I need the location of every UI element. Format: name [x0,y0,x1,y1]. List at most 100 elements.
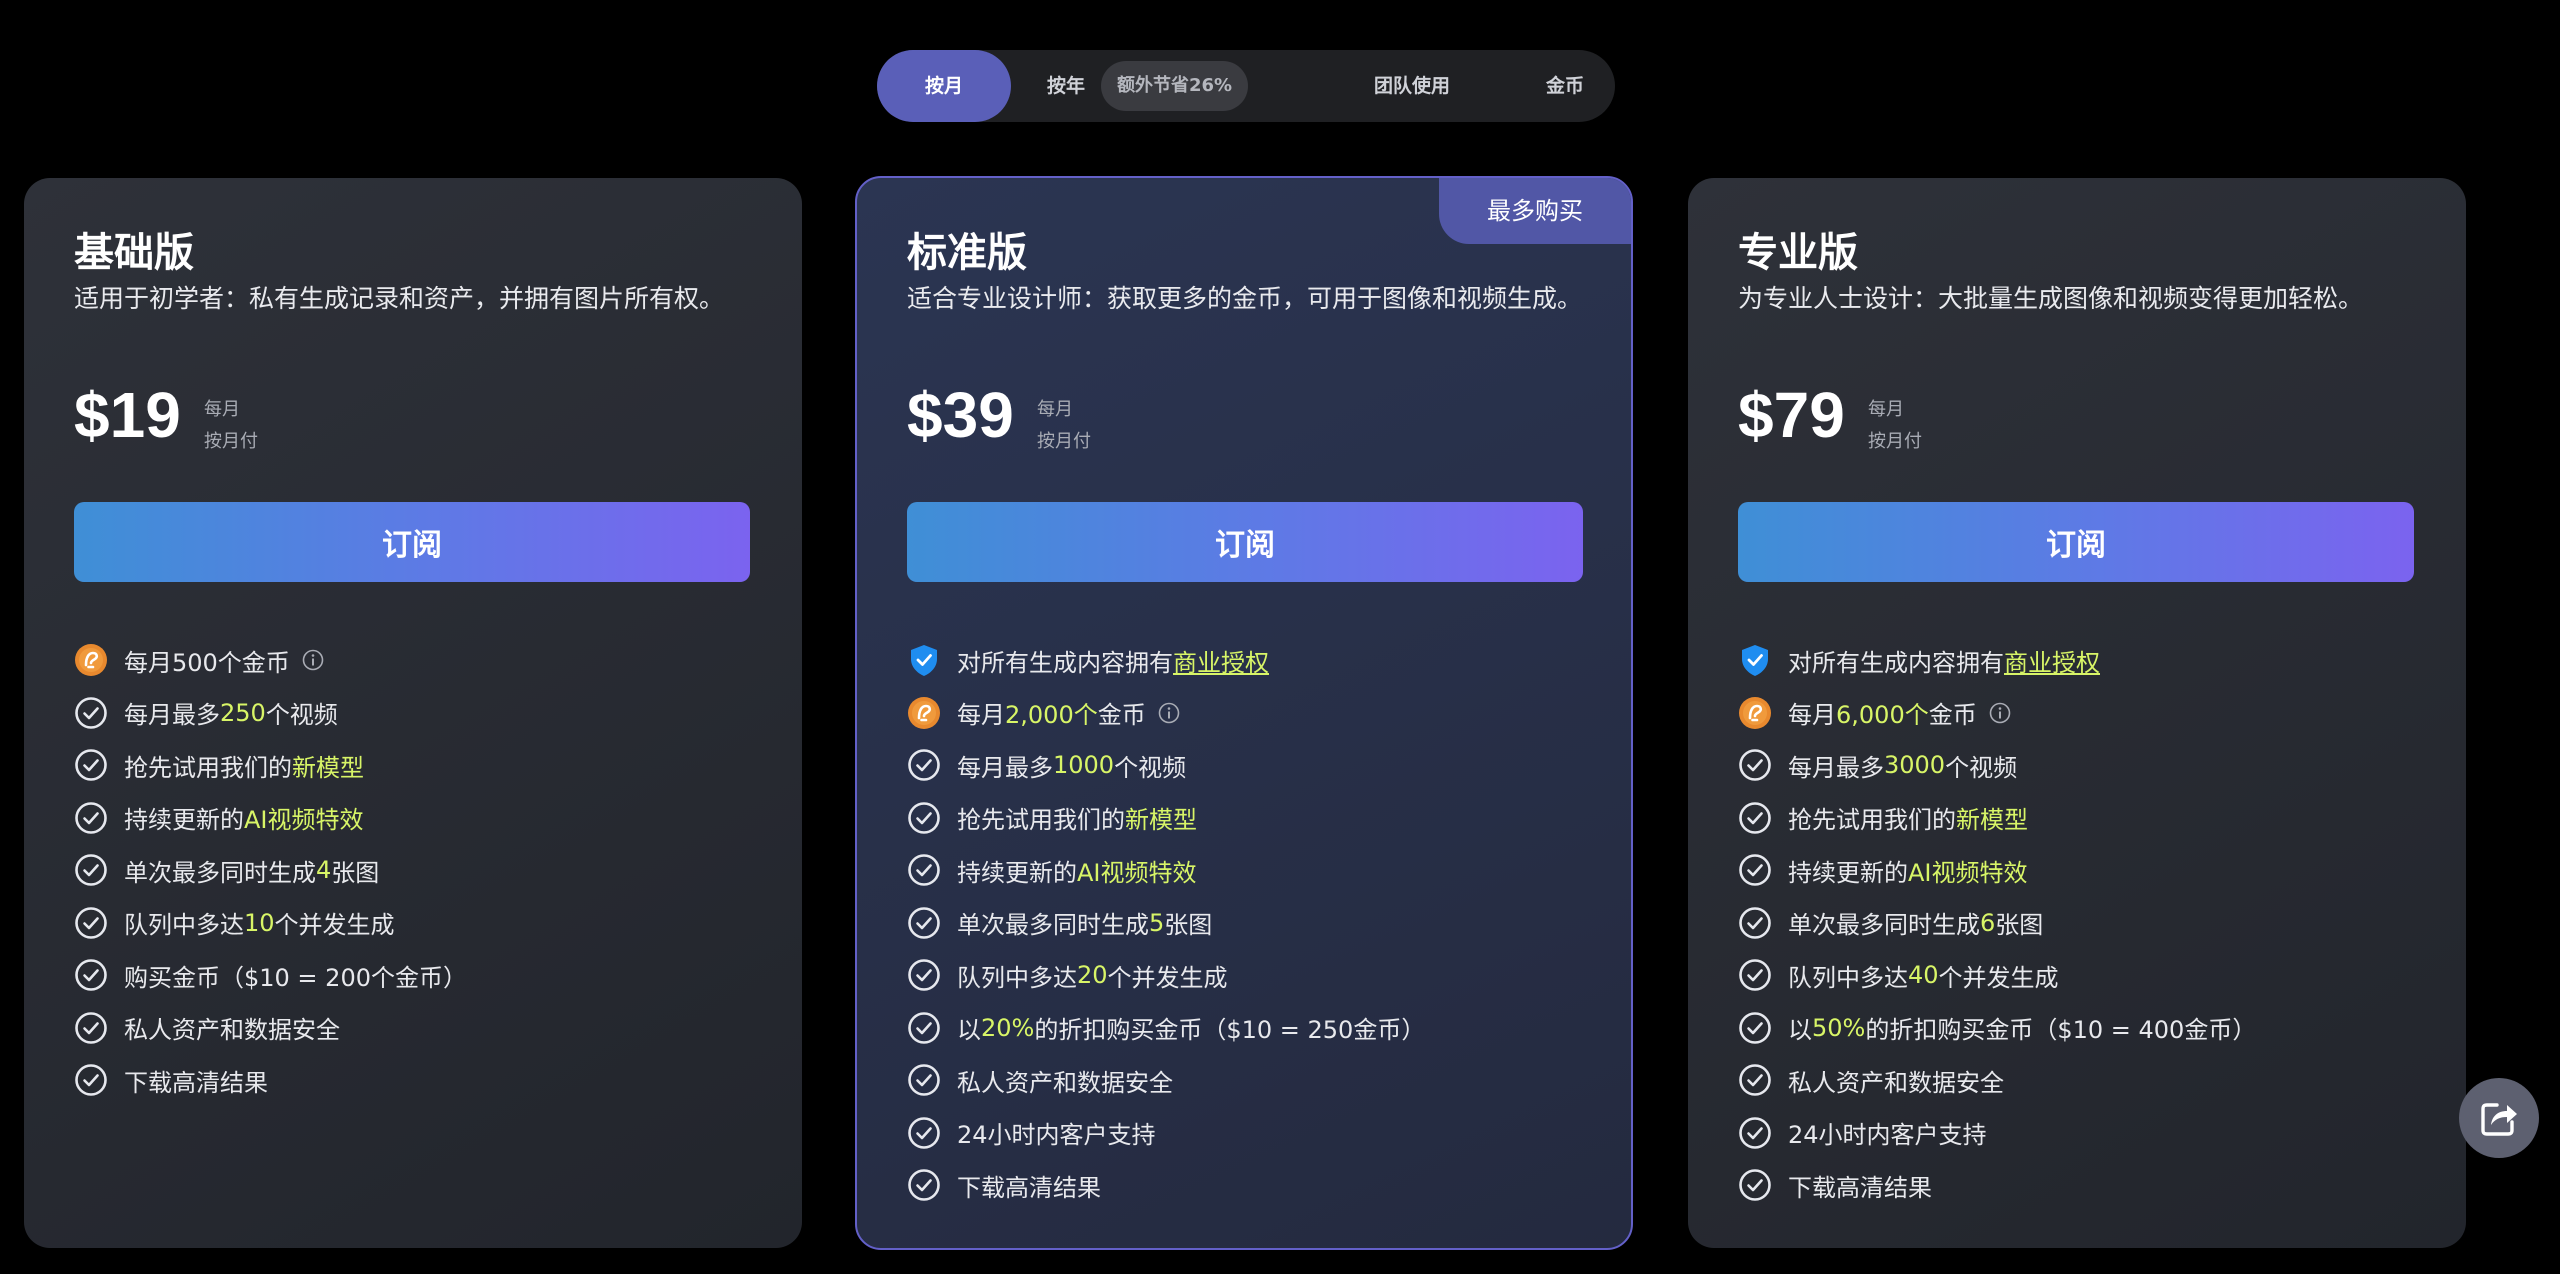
feature-download: 下载高清结果 [74,1054,467,1107]
feature-highlight: AI视频特效 [1908,858,2028,887]
feature-highlight: 6,000个 [1836,701,1929,730]
feature-text: 以 [1788,1016,1812,1045]
plan-description: 适合专业设计师：获取更多的金币，可用于图像和视频生成。 [907,284,1583,313]
check-circle-icon [74,696,108,730]
plan-card-standard: 最多购买 标准版 适合专业设计师：获取更多的金币，可用于图像和视频生成。 $39… [855,176,1633,1250]
feature-videos: 每月最多 250 个视频 [74,687,467,740]
feature-privacy: 私人资产和数据安全 [907,1054,1425,1107]
billing-period-tabs: 按月 按年 额外节省26% 团队使用 金币 [877,50,1615,122]
share-button[interactable] [2459,1078,2539,1158]
check-circle-icon [74,1063,108,1097]
check-circle-icon [907,958,941,992]
feature-text: 私人资产和数据安全 [957,1068,1173,1097]
check-circle-icon [1738,748,1772,782]
share-icon [2481,1103,2517,1136]
info-icon[interactable] [1989,702,2011,724]
feature-text: 队列中多达 [124,911,244,940]
feature-text: 以 [957,1016,981,1045]
feature-text: 每月 [1788,701,1836,730]
check-circle-icon [1738,1116,1772,1150]
subscribe-button[interactable]: 订阅 [74,502,750,582]
feature-text: 个并发生成 [274,911,395,940]
plan-name: 基础版 [74,230,194,276]
check-circle-icon [907,1011,941,1045]
feature-text: 个并发生成 [1938,963,2059,992]
feature-highlight: AI视频特效 [1077,858,1197,887]
feature-list: 每月500个金币 每月最多 250 个视频 抢先试用我们的 新模型 持续更新的 … [74,634,467,1107]
commercial-license-link[interactable]: 商业授权 [2004,643,2100,678]
feature-ai-effects: 持续更新的 AI视频特效 [907,844,1425,897]
info-icon[interactable] [302,649,324,671]
most-popular-badge: 最多购买 [1439,178,1631,244]
feature-highlight: 3000 [1884,751,1946,780]
feature-discount: 以 50% 的折扣购买金币（$10 = 400金币） [1738,1002,2256,1055]
feature-text: 单次最多同时生成 [1788,911,1980,940]
check-circle-icon [1738,1063,1772,1097]
check-circle-icon [1738,1168,1772,1202]
check-circle-icon [74,906,108,940]
tab-team[interactable]: 团队使用 [1347,50,1477,122]
commercial-license-link[interactable]: 商业授权 [1173,643,1269,678]
feature-text: 队列中多达 [1788,963,1908,992]
feature-support: 24小时内客户支持 [1738,1107,2256,1160]
feature-text: 每月最多 [957,753,1053,782]
feature-highlight: 新模型 [292,753,364,782]
feature-text: 私人资产和数据安全 [1788,1068,2004,1097]
yearly-savings-badge: 额外节省26% [1101,61,1249,111]
plan-price: $19 [74,379,181,451]
feature-commercial-license: 对所有生成内容拥有 商业授权 [1738,634,2256,687]
feature-coins: 每月 6,000个 金币 [1738,687,2256,740]
feature-queue: 队列中多达 20 个并发生成 [907,949,1425,1002]
feature-highlight: 5 [1149,908,1165,937]
tab-monthly[interactable]: 按月 [877,50,1011,122]
coin-icon [907,696,941,730]
subscribe-button[interactable]: 订阅 [907,502,1583,582]
feature-text: 24小时内客户支持 [957,1121,1156,1150]
check-circle-icon [1738,906,1772,940]
plan-price: $79 [1738,379,1845,451]
feature-highlight: 10 [244,908,275,937]
feature-highlight: 新模型 [1956,806,2028,835]
feature-highlight: 20% [981,1013,1035,1042]
check-circle-icon [907,801,941,835]
feature-text: 持续更新的 [124,806,244,835]
billing-period: 每月 按月付 [1868,394,1922,458]
tab-coins[interactable]: 金币 [1517,50,1613,122]
feature-coins: 每月 2,000个 金币 [907,687,1425,740]
billing-period: 每月 按月付 [1037,394,1091,458]
feature-text: 金币 [1097,701,1146,730]
period-per-month: 每月 [204,399,240,420]
feature-queue: 队列中多达 40 个并发生成 [1738,949,2256,1002]
check-circle-icon [1738,801,1772,835]
feature-videos: 每月最多 3000 个视频 [1738,739,2256,792]
feature-highlight: 250 [220,698,266,727]
period-billed-monthly: 按月付 [1037,431,1091,452]
plan-card-pro: 专业版 为专业人士设计：大批量生成图像和视频变得更加轻松。 $79 每月 按月付… [1688,178,2466,1248]
period-per-month: 每月 [1037,399,1073,420]
feature-coins: 每月500个金币 [74,634,467,687]
tab-yearly[interactable]: 按年 额外节省26% [1047,50,1267,122]
feature-text: 下载高清结果 [957,1173,1101,1202]
check-circle-icon [1738,1011,1772,1045]
info-icon[interactable] [1158,702,1180,724]
plan-name: 专业版 [1738,230,1858,276]
feature-text: 个视频 [1114,753,1187,782]
feature-ai-effects: 持续更新的 AI视频特效 [74,792,467,845]
feature-text: 的折扣购买金币（$10 = 400金币） [1865,1016,2257,1045]
feature-text: 每月最多 [1788,753,1884,782]
feature-text: 购买金币（$10 = 200个金币） [124,963,467,992]
feature-discount: 以 20% 的折扣购买金币（$10 = 250金币） [907,1002,1425,1055]
feature-batch-images: 单次最多同时生成 5 张图 [907,897,1425,950]
plan-name: 标准版 [907,230,1027,276]
check-circle-icon [907,1168,941,1202]
subscribe-button[interactable]: 订阅 [1738,502,2414,582]
feature-text: 对所有生成内容拥有 [1788,648,2004,677]
feature-download: 下载高清结果 [1738,1159,2256,1212]
check-circle-icon [907,748,941,782]
period-billed-monthly: 按月付 [204,431,258,452]
feature-videos: 每月最多 1000 个视频 [907,739,1425,792]
check-circle-icon [74,801,108,835]
coin-icon [1738,696,1772,730]
feature-text: 抢先试用我们的 [957,806,1125,835]
feature-support: 24小时内客户支持 [907,1107,1425,1160]
